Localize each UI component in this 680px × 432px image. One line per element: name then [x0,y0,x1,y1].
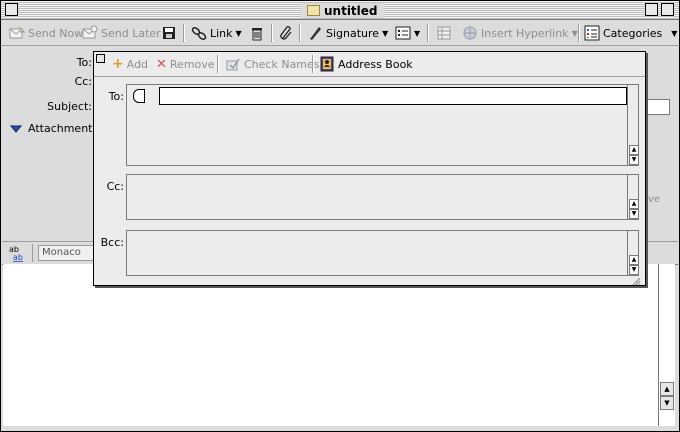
subject-field[interactable] [642,99,670,115]
to-recipient-list[interactable]: ▲ ▼ [126,84,639,166]
main-toolbar: Send Now Send Later Link ▼ Signature ▼ ▼… [1,21,679,46]
send-now-button[interactable]: Send Now [9,24,83,42]
link-label: Link [210,26,233,40]
send-now-icon [9,25,26,41]
format-list-button[interactable]: ▼ [395,24,420,42]
partial-hidden-text: ve [648,194,661,205]
categories-label: Categories [603,26,663,40]
toolbar-separator [299,24,301,42]
format-separator [32,244,33,262]
scroll-down-arrow-icon[interactable]: ▼ [660,396,674,410]
spelling-check-icon[interactable]: ab ab [8,244,28,262]
scroll-up-arrow-icon[interactable]: ▲ [660,382,674,396]
panel-to-label: To: [108,90,124,103]
check-names-button[interactable]: Check Names [225,55,320,73]
save-button[interactable] [161,24,177,42]
categories-list-icon [584,25,600,41]
pen-signature-icon [307,25,323,41]
message-doc-icon [307,5,320,16]
panel-cc-label: Cc: [106,180,124,193]
check-names-icon [225,56,241,72]
signature-button[interactable]: Signature ▼ [307,24,388,42]
address-panel-toolbar: + Add ✕ Remove Check Names Address Book [94,52,645,77]
panel-bcc-label: Bcc: [100,236,124,249]
cc-label: Cc: [74,75,92,88]
categories-button[interactable]: Categories ▼ [584,24,677,42]
cc-scroll-down-icon[interactable]: ▼ [629,209,639,219]
cc-scrollbar[interactable]: ▲ ▼ [627,175,639,219]
check-names-label: Check Names [244,57,320,71]
toolbar-separator [578,24,580,42]
address-panel: + Add ✕ Remove Check Names Address Book … [93,51,646,286]
categories-dropdown-arrow-icon[interactable]: ▼ [671,29,677,38]
paperclip-icon [278,25,294,41]
plus-icon: + [112,56,124,72]
insert-table-button[interactable] [436,24,452,42]
disclosure-triangle-icon[interactable] [10,124,22,134]
to-scrollbar[interactable]: ▲ ▼ [627,85,639,165]
send-later-label: Send Later [101,26,161,40]
to-label: To: [76,56,92,69]
to-scroll-up-icon[interactable]: ▲ [629,145,639,155]
collapse-box[interactable] [661,3,674,16]
link-dropdown-arrow-icon[interactable]: ▼ [236,29,242,38]
insert-hyperlink-label: Insert Hyperlink [481,26,569,40]
send-later-icon [82,25,98,41]
trash-icon [249,25,265,41]
bcc-recipient-list[interactable]: ▲ ▼ [126,230,639,276]
link-button[interactable]: Link ▼ [191,24,242,42]
cc-recipient-list[interactable]: ▲ ▼ [126,174,639,220]
remove-recipient-button[interactable]: ✕ Remove [156,55,215,73]
to-scroll-down-icon[interactable]: ▼ [629,155,639,165]
subject-label: Subject: [47,100,92,113]
globe-link-icon [462,25,478,41]
insert-hyperlink-button[interactable]: Insert Hyperlink ▼ [462,24,578,42]
table-grid-icon [436,25,452,41]
signature-dropdown-arrow-icon[interactable]: ▼ [382,29,388,38]
send-now-label: Send Now [28,26,84,40]
bcc-scroll-down-icon[interactable]: ▼ [629,265,639,275]
address-book-label: Address Book [338,57,413,71]
to-recipient-input[interactable] [159,87,627,105]
window-title: untitled [301,3,384,18]
title-bar[interactable]: untitled [1,1,679,20]
send-later-button[interactable]: Send Later [82,24,161,42]
attachments-label: Attachments: [28,122,102,135]
address-book-icon [319,56,335,72]
checklist-icon [395,25,411,41]
attachments-toggle[interactable]: Attachments: [10,122,102,135]
bcc-scrollbar[interactable]: ▲ ▼ [627,231,639,275]
add-label: Add [126,57,149,71]
resize-grip-icon[interactable] [632,276,641,286]
toolbar-separator [271,24,273,42]
link-chain-icon [191,25,207,41]
attach-button[interactable] [278,24,294,42]
recipient-chip-icon [133,89,145,103]
message-body-editor[interactable] [3,264,658,426]
toolbar-separator [427,24,429,42]
zoom-box[interactable] [645,3,658,16]
panel-separator [312,55,314,73]
add-recipient-button[interactable]: + Add [112,55,148,73]
floppy-save-icon [161,25,177,41]
remove-label: Remove [169,57,215,71]
svg-text:ab: ab [13,253,23,262]
toolbar-separator [183,24,185,42]
close-box[interactable] [5,3,18,16]
body-vertical-scrollbar[interactable]: ▲ ▼ [658,264,675,426]
signature-label: Signature [326,26,380,40]
x-remove-icon: ✕ [156,56,167,72]
cc-scroll-up-icon[interactable]: ▲ [629,199,639,209]
address-book-button[interactable]: Address Book [319,55,413,73]
format-dropdown-arrow-icon[interactable]: ▼ [414,29,420,38]
delete-link-button[interactable] [249,24,265,42]
panel-separator [217,55,219,73]
hyperlink-dropdown-arrow-icon[interactable]: ▼ [572,29,578,38]
bcc-scroll-up-icon[interactable]: ▲ [629,255,639,265]
window-title-text: untitled [324,3,378,18]
